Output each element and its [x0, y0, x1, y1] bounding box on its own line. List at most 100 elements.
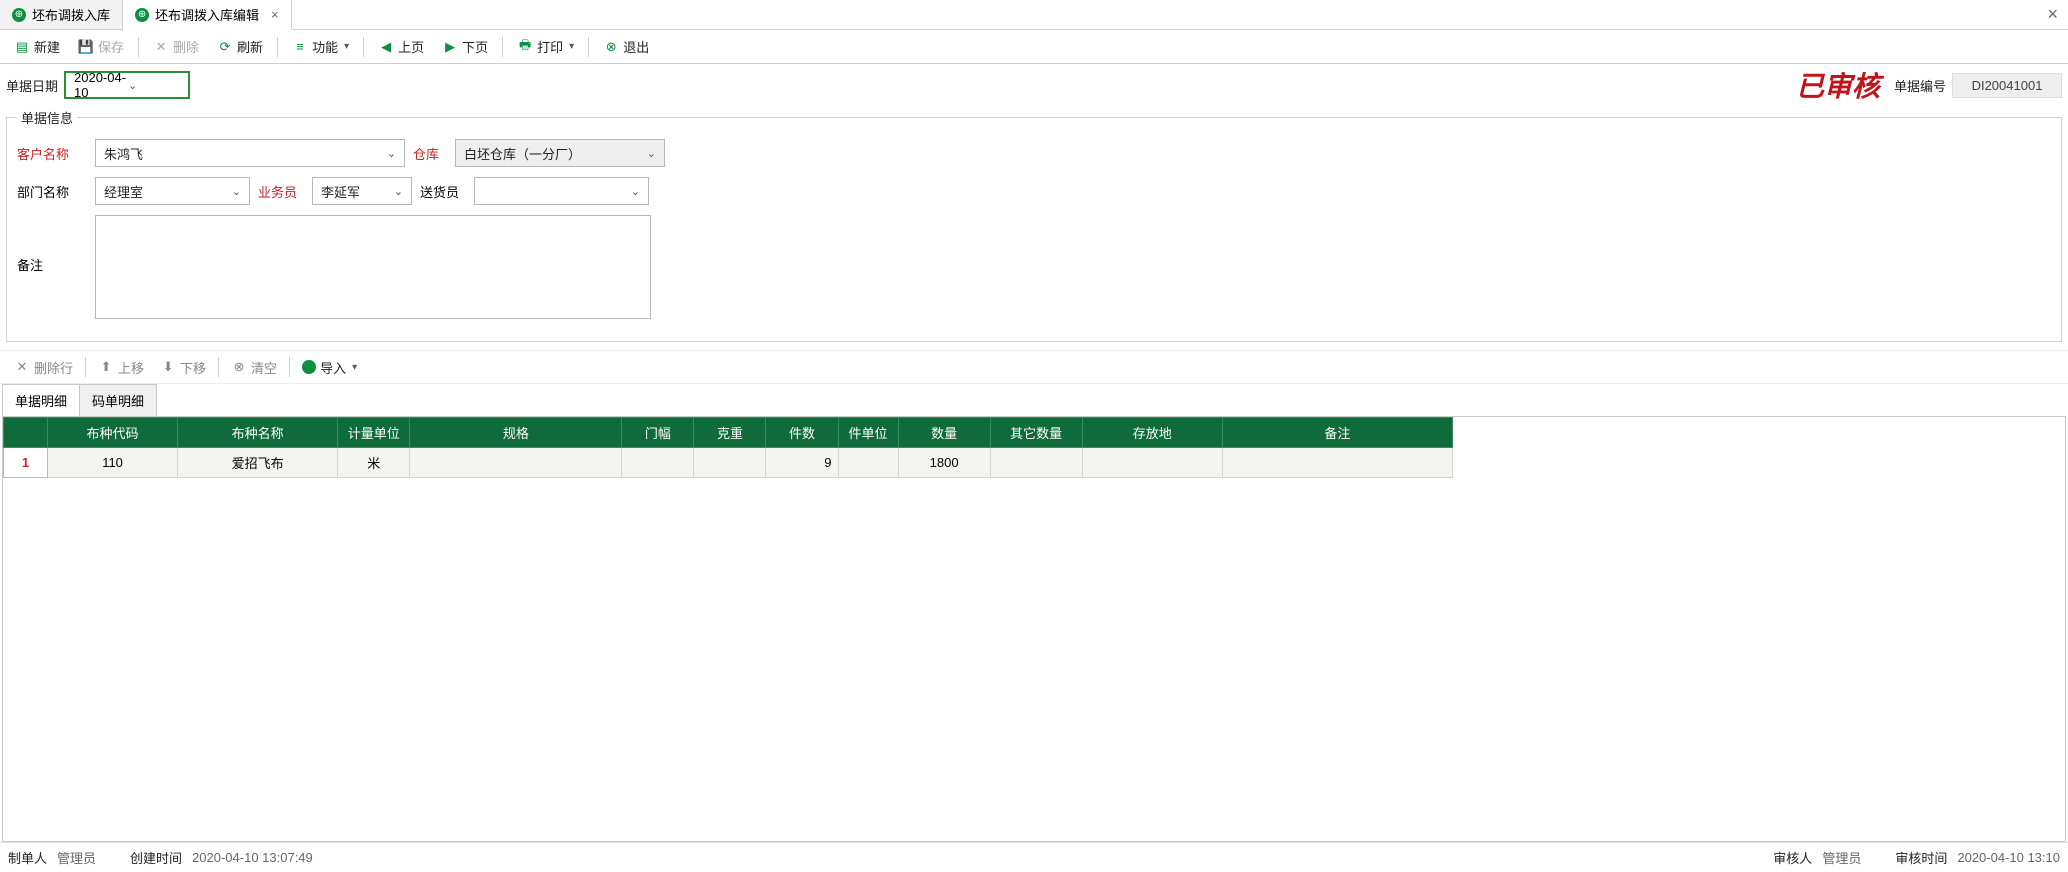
- globe-icon: ⊕: [135, 8, 149, 22]
- date-input[interactable]: 2020-04-10 ⌄: [64, 71, 190, 99]
- prev-page-button[interactable]: ◀ 上页: [370, 33, 432, 60]
- audited-value: 2020-04-10 13:10: [1957, 850, 2060, 865]
- dept-label: 部门名称: [17, 182, 87, 201]
- dept-combo[interactable]: 经理室 ⌄: [95, 177, 250, 205]
- cell-weight[interactable]: [694, 448, 766, 478]
- cell-location[interactable]: [1082, 448, 1222, 478]
- tab-edit[interactable]: ⊕ 坯布调拨入库编辑 ×: [123, 0, 292, 30]
- remarks-textarea[interactable]: [95, 215, 651, 319]
- chevron-down-icon: ⌄: [128, 79, 182, 92]
- exit-icon: ⊗: [603, 39, 619, 55]
- deliver-combo[interactable]: ⌄: [474, 177, 649, 205]
- exit-button[interactable]: ⊗ 退出: [595, 33, 657, 60]
- status-bar: 制单人 管理员 创建时间 2020-04-10 13:07:49 审核人 管理员…: [0, 842, 2068, 872]
- tab-list[interactable]: ⊕ 坯布调拨入库: [0, 0, 123, 29]
- chevron-down-icon: ▾: [352, 362, 357, 373]
- up-icon: ⬆: [98, 359, 114, 375]
- tab-bar: ⊕ 坯布调拨入库 ⊕ 坯布调拨入库编辑 × ×: [0, 0, 2068, 30]
- chevron-down-icon: ⌄: [224, 185, 249, 198]
- separator: [289, 357, 290, 377]
- cell-rownum[interactable]: 1: [4, 448, 48, 478]
- save-button[interactable]: 💾 保存: [70, 33, 132, 60]
- new-button[interactable]: ▤ 新建: [6, 33, 68, 60]
- close-icon[interactable]: ×: [271, 7, 279, 22]
- col-qty[interactable]: 数量: [898, 418, 990, 448]
- cell-remark[interactable]: [1222, 448, 1452, 478]
- col-rownum[interactable]: [4, 418, 48, 448]
- auditor-value: 管理员: [1822, 848, 1861, 867]
- delete-button[interactable]: ✕ 删除: [145, 33, 207, 60]
- delete-row-button[interactable]: ✕ 删除行: [6, 354, 81, 381]
- refresh-button[interactable]: ⟳ 刷新: [209, 33, 271, 60]
- col-spec[interactable]: 规格: [410, 418, 622, 448]
- document-header-row: 单据日期 2020-04-10 ⌄ 已审核 单据编号 DI20041001: [0, 64, 2068, 106]
- creator-label: 制单人: [8, 848, 47, 867]
- table-row[interactable]: 1 110 爱招飞布 米 9 1800: [4, 448, 1453, 478]
- col-otherqty[interactable]: 其它数量: [990, 418, 1082, 448]
- separator: [502, 37, 503, 57]
- audit-stamp: 已审核: [1796, 65, 1880, 105]
- fieldset-legend: 单据信息: [17, 108, 77, 127]
- deliver-label: 送货员: [420, 182, 466, 201]
- tab-code-detail[interactable]: 码单明细: [79, 384, 157, 416]
- separator: [277, 37, 278, 57]
- col-width[interactable]: 门幅: [622, 418, 694, 448]
- separator: [218, 357, 219, 377]
- col-location[interactable]: 存放地: [1082, 418, 1222, 448]
- cell-otherqty[interactable]: [990, 448, 1082, 478]
- col-pieceunit[interactable]: 件单位: [838, 418, 898, 448]
- tab-detail[interactable]: 单据明细: [2, 384, 80, 416]
- warehouse-combo[interactable]: 白坯仓库（一分厂） ⌄: [455, 139, 665, 167]
- col-pieces[interactable]: 件数: [766, 418, 838, 448]
- cell-width[interactable]: [622, 448, 694, 478]
- separator: [85, 357, 86, 377]
- remarks-label: 备注: [17, 255, 87, 274]
- cell-qty[interactable]: 1800: [898, 448, 990, 478]
- tab-label: 坯布调拨入库: [32, 5, 110, 24]
- delete-icon: ✕: [153, 39, 169, 55]
- next-page-button[interactable]: ▶ 下页: [434, 33, 496, 60]
- move-up-button[interactable]: ⬆ 上移: [90, 354, 152, 381]
- print-button[interactable]: 🖶 打印 ▾: [509, 33, 582, 60]
- import-button[interactable]: 导入 ▾: [294, 354, 365, 381]
- function-button[interactable]: ≡ 功能 ▾: [284, 33, 357, 60]
- chevron-down-icon: ⌄: [623, 185, 648, 198]
- sales-label: 业务员: [258, 182, 304, 201]
- clear-button[interactable]: ⊗ 清空: [223, 354, 285, 381]
- cell-pieces[interactable]: 9: [766, 448, 838, 478]
- window-close-icon[interactable]: ×: [2047, 4, 2058, 25]
- col-weight[interactable]: 克重: [694, 418, 766, 448]
- date-value: 2020-04-10: [74, 70, 128, 100]
- warehouse-label: 仓库: [413, 144, 447, 163]
- auditor-label: 审核人: [1773, 848, 1812, 867]
- customer-label: 客户名称: [17, 144, 87, 163]
- sales-combo[interactable]: 李延军 ⌄: [312, 177, 412, 205]
- chevron-down-icon: ⌄: [379, 147, 404, 160]
- tab-label: 坯布调拨入库编辑: [155, 5, 259, 24]
- docno-value: DI20041001: [1952, 73, 2062, 98]
- separator: [138, 37, 139, 57]
- save-icon: 💾: [78, 39, 94, 55]
- audited-label: 审核时间: [1895, 848, 1947, 867]
- col-unit[interactable]: 计量单位: [338, 418, 410, 448]
- cell-spec[interactable]: [410, 448, 622, 478]
- function-icon: ≡: [292, 39, 308, 55]
- cell-name[interactable]: 爱招飞布: [178, 448, 338, 478]
- detail-grid: 布种代码 布种名称 计量单位 规格 门幅 克重 件数 件单位 数量 其它数量 存…: [2, 416, 2066, 842]
- main-toolbar: ▤ 新建 💾 保存 ✕ 删除 ⟳ 刷新 ≡ 功能 ▾ ◀ 上页 ▶ 下页 🖶 打…: [0, 30, 2068, 64]
- cell-unit[interactable]: 米: [338, 448, 410, 478]
- cell-pieceunit[interactable]: [838, 448, 898, 478]
- clear-icon: ⊗: [231, 359, 247, 375]
- detail-tab-bar: 单据明细 码单明细: [0, 384, 2068, 416]
- col-remark[interactable]: 备注: [1222, 418, 1452, 448]
- move-down-button[interactable]: ⬇ 下移: [152, 354, 214, 381]
- cell-code[interactable]: 110: [48, 448, 178, 478]
- date-label: 单据日期: [6, 76, 58, 95]
- document-info-fieldset: 单据信息 客户名称 朱鸿飞 ⌄ 仓库 白坯仓库（一分厂） ⌄ 部门名称 经理室 …: [6, 108, 2062, 342]
- chevron-down-icon: ⌄: [386, 185, 411, 198]
- grid-header-row: 布种代码 布种名称 计量单位 规格 门幅 克重 件数 件单位 数量 其它数量 存…: [4, 418, 1453, 448]
- col-name[interactable]: 布种名称: [178, 418, 338, 448]
- col-code[interactable]: 布种代码: [48, 418, 178, 448]
- customer-combo[interactable]: 朱鸿飞 ⌄: [95, 139, 405, 167]
- print-icon: 🖶: [517, 39, 533, 55]
